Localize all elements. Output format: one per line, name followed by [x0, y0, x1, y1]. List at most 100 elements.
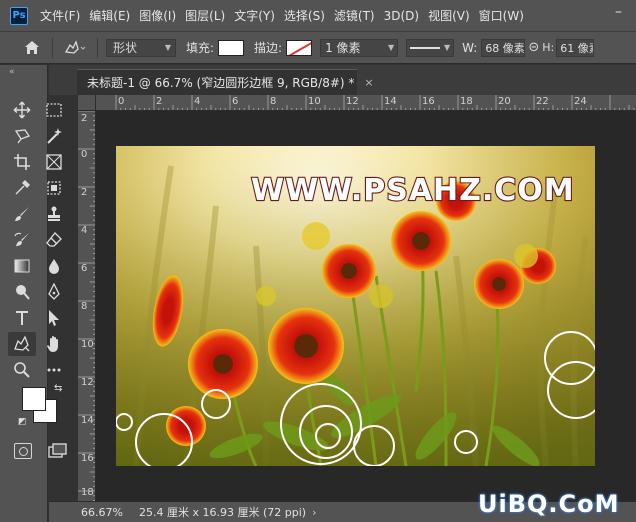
zoom-tool[interactable]: [8, 358, 36, 382]
more-icon: [47, 368, 61, 372]
menu-edit[interactable]: 编辑(E): [85, 7, 134, 24]
screen-mode-button[interactable]: [48, 443, 68, 459]
ruler-tick-label: 0: [118, 96, 125, 107]
minimize-button[interactable]: –: [615, 4, 622, 20]
document-tab[interactable]: 未标题-1 @ 66.7% (窄边圆形边框 9, RGB/8#) * ×: [77, 69, 374, 95]
horizontal-ruler-ticks: [115, 95, 635, 110]
menu-layer[interactable]: 图层(L): [181, 7, 229, 24]
photoshop-logo: Ps: [10, 6, 28, 25]
close-icon[interactable]: ×: [364, 76, 373, 89]
frame-tool[interactable]: [40, 150, 68, 174]
flower-photo: WWW.PSAHZ.COM: [116, 146, 595, 466]
quick-mask-icon[interactable]: [14, 443, 32, 459]
height-field[interactable]: 61 像素: [556, 38, 595, 57]
ruler-tick-label: 10: [308, 96, 321, 107]
path-selection-tool[interactable]: [40, 306, 68, 330]
canvas-text-layer: WWW.PSAHZ.COM: [251, 173, 575, 208]
more-tools[interactable]: [40, 358, 68, 382]
options-bar: 形状 ▼ 填充: 描边: 1 像素 ▼ ▼ W: 68 像素 ⊝ H: 61 像…: [0, 31, 636, 64]
eraser-tool[interactable]: [40, 228, 68, 252]
ruler-tick-label: 6: [81, 263, 88, 274]
move-tool[interactable]: [8, 98, 36, 122]
ruler-origin[interactable]: [78, 95, 96, 111]
menu-3d[interactable]: 3D(D): [380, 9, 423, 23]
shape-mode-value: 形状: [113, 41, 138, 55]
brush-tool[interactable]: [8, 202, 36, 226]
dodge-tool[interactable]: [8, 280, 36, 304]
default-colors-icon[interactable]: ◩: [18, 417, 27, 427]
stroke-style-select[interactable]: ▼: [406, 38, 455, 57]
type-icon: [16, 311, 28, 325]
screen-mode-icon: [48, 443, 67, 458]
home-button[interactable]: [20, 38, 44, 58]
document-canvas[interactable]: WWW.PSAHZ.COM: [116, 146, 595, 466]
stroke-label: 描边:: [254, 41, 283, 55]
zoom-level: 66.67%: [81, 505, 123, 519]
hand-icon: [47, 336, 58, 352]
height-label-icon: H:: [542, 41, 555, 54]
menu-window[interactable]: 窗口(W): [475, 7, 528, 24]
ruler-tick-label: 14: [81, 415, 94, 426]
magic-wand-icon: [47, 128, 62, 144]
blur-drop-icon: [49, 259, 59, 274]
ruler-tick-label: 18: [460, 96, 473, 107]
width-field[interactable]: 68 像素: [481, 38, 526, 57]
custom-shape-tool[interactable]: [8, 332, 36, 356]
marquee-tool[interactable]: [40, 98, 68, 122]
eraser-icon: [46, 232, 62, 247]
hand-tool[interactable]: [40, 332, 68, 356]
tool-preset-picker[interactable]: [61, 38, 89, 58]
type-tool[interactable]: [8, 306, 36, 330]
link-icon[interactable]: ⊝: [528, 40, 539, 55]
zoom-icon: [14, 362, 30, 378]
ruler-tick-label: 8: [81, 301, 88, 312]
stroke-color-swatch[interactable]: [286, 39, 313, 56]
ruler-tick-label: 4: [194, 96, 201, 107]
marquee-icon: [46, 103, 62, 117]
move-icon: [13, 101, 31, 119]
custom-shape-icon: [14, 335, 30, 352]
patch-icon: [47, 181, 61, 195]
zoom-level-field[interactable]: 66.67%: [49, 502, 123, 522]
fill-color-swatch[interactable]: [218, 39, 245, 56]
shape-mode-select[interactable]: 形状 ▼: [106, 38, 176, 57]
site-watermark: UiBQ.CoM: [478, 490, 620, 518]
menu-file[interactable]: 文件(F): [36, 7, 84, 24]
menu-filter[interactable]: 滤镜(T): [330, 7, 379, 24]
menu-image[interactable]: 图像(I): [135, 7, 180, 24]
lasso-tool[interactable]: [8, 124, 36, 148]
pen-tool[interactable]: [40, 280, 68, 304]
crop-tool[interactable]: [8, 150, 36, 174]
history-brush-icon: [14, 232, 29, 246]
document-tab-title: 未标题-1 @ 66.7% (窄边圆形边框 9, RGB/8#) *: [87, 76, 355, 90]
gradient-tool[interactable]: [8, 254, 36, 278]
blur-tool[interactable]: [40, 254, 68, 278]
frame-icon: [46, 154, 62, 170]
ruler-tick-label: 2: [81, 113, 88, 124]
ruler-tick-label: 10: [81, 339, 94, 350]
menu-view[interactable]: 视图(V): [424, 7, 474, 24]
collapse-panel-icon[interactable]: «: [0, 65, 47, 79]
foreground-color[interactable]: [22, 387, 46, 411]
stroke-size-field[interactable]: 1 像素 ▼: [320, 38, 399, 57]
path-selection-icon: [49, 310, 59, 326]
options-separator: [52, 37, 53, 58]
stamp-tool[interactable]: [40, 202, 68, 226]
status-menu-arrow-icon[interactable]: ›: [312, 506, 316, 519]
tools-grid: [8, 98, 74, 384]
magic-wand-tool[interactable]: [40, 124, 68, 148]
ruler-tick-label: 16: [422, 96, 435, 107]
eyedropper-tool[interactable]: [8, 176, 36, 200]
swap-colors-icon[interactable]: ⇆: [54, 383, 62, 394]
width-value: 68 像素: [485, 41, 525, 55]
menu-select[interactable]: 选择(S): [280, 7, 329, 24]
options-separator: [97, 37, 98, 58]
pen-icon: [48, 283, 60, 300]
vertical-ruler[interactable]: 2 0 2 4 6 8 10 12 14 16 18: [78, 111, 96, 501]
menu-type[interactable]: 文字(Y): [230, 7, 279, 24]
patch-tool[interactable]: [40, 176, 68, 200]
eyedropper-icon: [15, 180, 30, 195]
document-size-info: 25.4 厘米 x 16.93 厘米 (72 ppi): [139, 506, 307, 519]
horizontal-ruler[interactable]: 0 2 4 6 8 10 12 14 16 18 20 22 24: [96, 95, 636, 111]
history-brush-tool[interactable]: [8, 228, 36, 252]
